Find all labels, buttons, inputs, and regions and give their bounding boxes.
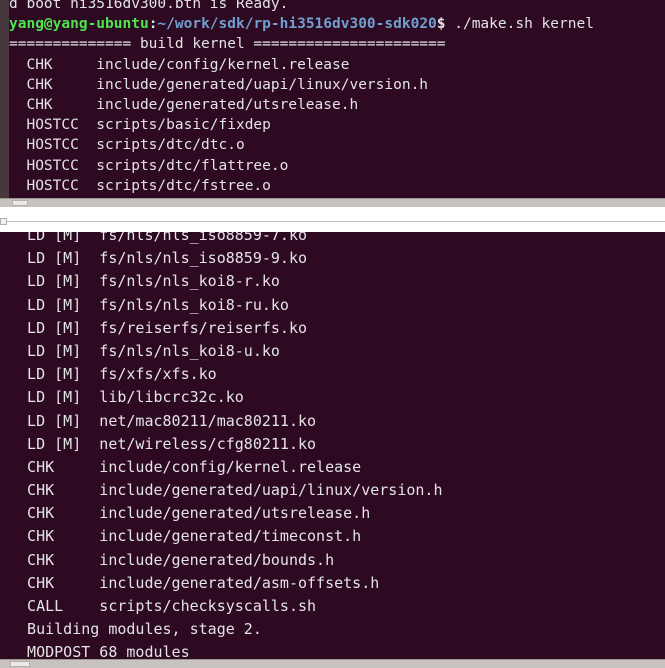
bottom-terminal-screen[interactable]: LD [M] fs/nls/nls_iso8859-7.ko LD [M] fs… xyxy=(0,232,665,668)
terminal-line: CHK include/config/kernel.release xyxy=(9,457,362,476)
terminal-line: CHK include/generated/uapi/linux/version… xyxy=(9,76,429,93)
terminal-line: CHK include/generated/bounds.h xyxy=(9,550,335,569)
terminal-line: LD [M] fs/nls/nls_koi8-u.ko xyxy=(9,341,280,360)
terminal-line: LD [M] fs/nls/nls_koi8-r.ko xyxy=(9,272,280,291)
terminal-line: HOSTCC scripts/dtc/dtc.o xyxy=(9,137,245,154)
scrollbar-thumb[interactable] xyxy=(10,661,30,667)
terminal-line: CHK include/generated/utsrelease.h xyxy=(9,96,359,113)
terminal-line: LD [M] lib/libcrc32c.ko xyxy=(9,388,244,407)
prompt-command: ./make.sh kernel xyxy=(445,16,594,33)
terminal-line: CHK include/generated/utsrelease.h xyxy=(9,504,371,523)
terminal-line: LD [M] fs/nls/nls_koi8-ru.ko xyxy=(9,295,289,314)
terminal-line: CHK include/generated/asm-offsets.h xyxy=(9,573,380,592)
terminal-line: HOSTCC scripts/basic/fixdep xyxy=(9,117,271,134)
terminal-line: CALL scripts/checksyscalls.sh xyxy=(9,597,317,615)
top-terminal-horizontal-scrollbar[interactable] xyxy=(0,198,665,207)
terminal-line: HOSTCC scripts/dtc/flattree.o xyxy=(9,157,289,174)
prompt-line: yang@yang-ubuntu:~/work/sdk/rp-hi3516dv3… xyxy=(9,14,665,34)
splitter-handle[interactable] xyxy=(0,218,7,225)
terminal-line: LD [M] fs/nls/nls_iso8859-9.ko xyxy=(9,249,308,268)
panel-splitter-area xyxy=(0,207,665,232)
scrollbar-thumb[interactable] xyxy=(12,200,28,206)
top-terminal-screen[interactable]: d boot hi3516dv300.bth is Ready. yang@ya… xyxy=(0,0,665,207)
terminal-line: CHK include/generated/uapi/linux/version… xyxy=(9,481,443,500)
terminal-line: CHK include/config/kernel.release xyxy=(9,56,350,73)
bottom-terminal-window[interactable]: LD [M] fs/nls/nls_iso8859-7.ko LD [M] fs… xyxy=(0,232,665,668)
terminal-line: ============== build kernel ============… xyxy=(9,36,446,53)
bottom-terminal-horizontal-scrollbar[interactable] xyxy=(0,659,665,668)
splitter-divider[interactable] xyxy=(0,221,665,222)
terminal-line: HOSTCC scripts/dtc/fstree.o xyxy=(9,177,271,194)
terminal-line: LD [M] fs/xfs/xfs.ko xyxy=(9,365,217,384)
terminal-line: LD [M] net/wireless/cfg80211.ko xyxy=(9,434,317,453)
terminal-line: CHK include/generated/timeconst.h xyxy=(9,527,362,546)
terminal-line: LD [M] fs/reiserfs/reiserfs.ko xyxy=(9,318,308,337)
terminal-line: Building modules, stage 2. xyxy=(9,620,262,639)
terminal-line: LD [M] fs/nls/nls_iso8859-7.ko xyxy=(9,232,308,244)
prompt-symbol: $ xyxy=(436,16,446,33)
top-terminal-window[interactable]: d boot hi3516dv300.bth is Ready. yang@ya… xyxy=(0,0,665,207)
terminal-line: LD [M] net/mac80211/mac80211.ko xyxy=(9,411,317,430)
window-left-border xyxy=(0,0,9,207)
prompt-user-host: yang@yang-ubuntu xyxy=(9,16,149,33)
prompt-path: ~/work/sdk/rp-hi3516dv300-sdk020 xyxy=(157,16,437,33)
terminal-line: d boot hi3516dv300.bth is Ready. xyxy=(9,0,289,12)
